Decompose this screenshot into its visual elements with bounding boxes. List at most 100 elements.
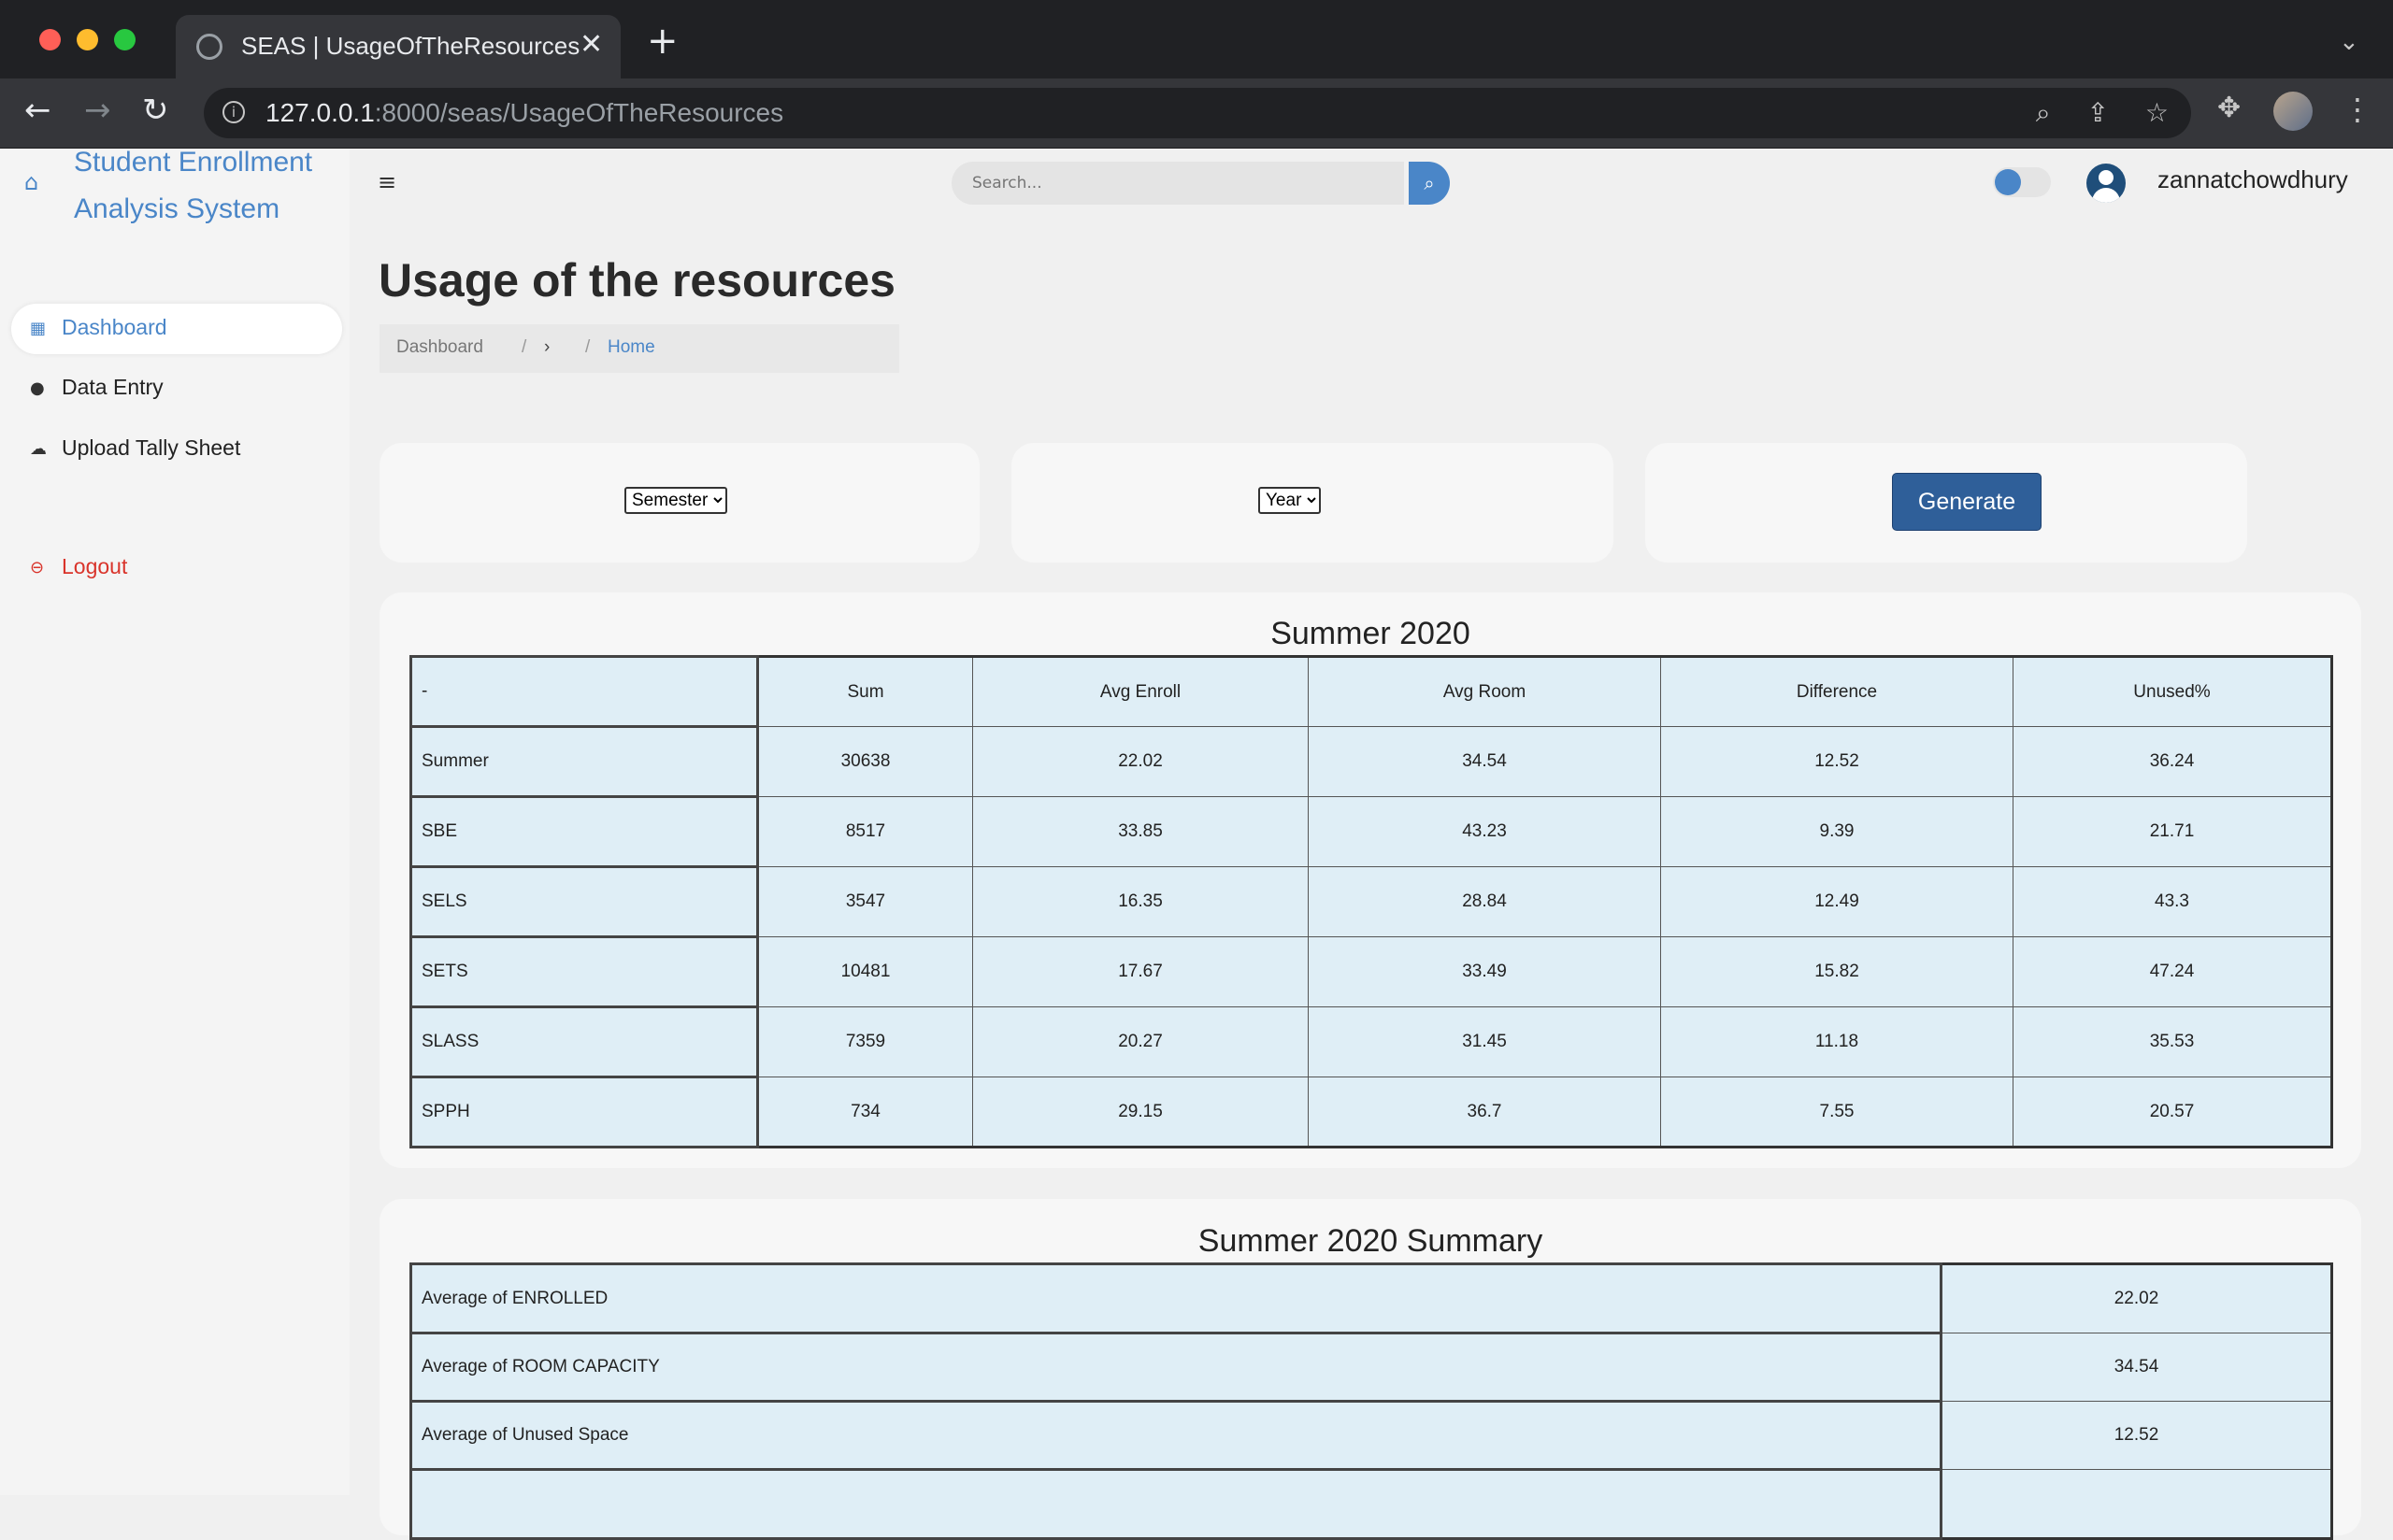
extensions-icon[interactable]: ✥ xyxy=(2217,92,2241,124)
search-button[interactable]: ⌕ xyxy=(1409,162,1450,205)
semester-select[interactable]: Semester xyxy=(624,487,727,514)
user-icon: ● xyxy=(30,378,45,398)
row-label: SBE xyxy=(409,795,759,868)
new-tab-icon[interactable]: + xyxy=(647,22,679,60)
table-cell: 20.57 xyxy=(2013,1077,2332,1148)
share-icon[interactable]: ⇪ xyxy=(2087,97,2109,128)
table-cell: 20.27 xyxy=(972,1006,1309,1077)
back-icon[interactable]: ← xyxy=(24,92,51,129)
table-cell: 36.24 xyxy=(2013,726,2332,797)
row-label xyxy=(409,1468,1942,1540)
profile-avatar[interactable] xyxy=(2273,92,2313,131)
table-cell: 15.82 xyxy=(1660,936,2013,1007)
toggle-knob xyxy=(1995,169,2021,195)
header-cell: Difference xyxy=(1660,656,2013,727)
row-label: Average of ENROLLED xyxy=(409,1262,1942,1334)
forward-icon[interactable]: → xyxy=(84,92,111,129)
row-label: SPPH xyxy=(409,1076,759,1148)
sidebar: ⌂ Student Enrollment Analysis System ▦ D… xyxy=(0,147,350,1495)
table-cell: 43.3 xyxy=(2013,866,2332,937)
sidebar-item-label: Data Entry xyxy=(62,375,164,399)
header-cell: - xyxy=(409,655,759,728)
table-row: SELS 3547 16.35 28.84 12.49 43.3 xyxy=(409,865,2332,938)
table-cell: 29.15 xyxy=(972,1077,1309,1148)
close-tab-icon[interactable]: ✕ xyxy=(580,28,603,61)
row-label: Average of ROOM CAPACITY xyxy=(409,1332,1942,1403)
table-cell: 12.52 xyxy=(1941,1401,2332,1470)
generate-button[interactable]: Generate xyxy=(1892,473,2042,531)
table-row: Summer 30638 22.02 34.54 12.52 36.24 xyxy=(409,725,2332,798)
table-cell: 22.02 xyxy=(1941,1263,2332,1333)
table-cell: 12.52 xyxy=(1660,726,2013,797)
table-cell: 3547 xyxy=(757,866,973,937)
address-bar[interactable]: i 127.0.0.1:8000/seas/UsageOfTheResource… xyxy=(204,88,2191,138)
bookmark-star-icon[interactable]: ☆ xyxy=(2145,97,2169,128)
table-cell: 36.7 xyxy=(1308,1077,1661,1148)
maximize-window-button[interactable] xyxy=(114,29,136,50)
brand-title[interactable]: Student Enrollment Analysis System xyxy=(74,139,354,233)
row-label: SETS xyxy=(409,935,759,1008)
table-row: SETS 10481 17.67 33.49 15.82 47.24 xyxy=(409,935,2332,1008)
tab-title: SEAS | UsageOfTheResources xyxy=(241,32,580,60)
table-cell: 9.39 xyxy=(1660,796,2013,867)
breadcrumb-home[interactable]: Home xyxy=(608,337,655,358)
table-cell: 43.23 xyxy=(1308,796,1661,867)
sidebar-item-upload-tally-sheet[interactable]: ☁ Upload Tally Sheet xyxy=(11,424,342,475)
summary-table: Average of ENROLLED 22.02 Average of ROO… xyxy=(409,1262,2333,1540)
page-title: Usage of the resources xyxy=(379,254,896,307)
breadcrumb-separator: / xyxy=(522,337,527,357)
table-cell: 21.71 xyxy=(2013,796,2332,867)
sidebar-item-label: Upload Tally Sheet xyxy=(62,435,241,460)
breadcrumb: Dashboard / › / Home xyxy=(380,324,899,373)
usage-table: - Sum Avg Enroll Avg Room Difference Unu… xyxy=(409,655,2333,1148)
table-header-row: - Sum Avg Enroll Avg Room Difference Unu… xyxy=(409,655,2332,728)
username[interactable]: zannatchowdhury xyxy=(2157,165,2348,194)
table-cell: 31.45 xyxy=(1308,1006,1661,1077)
table-row: Average of Unused Space 12.52 xyxy=(409,1400,2332,1471)
breadcrumb-dashboard[interactable]: Dashboard xyxy=(396,337,483,358)
hamburger-menu-icon[interactable]: ≡ xyxy=(378,169,396,195)
sidebar-item-logout[interactable]: ⊖ Logout xyxy=(11,543,342,593)
zoom-icon[interactable]: ⌕ xyxy=(2036,97,2051,128)
search-input[interactable] xyxy=(970,173,1385,193)
table-cell: 35.53 xyxy=(2013,1006,2332,1077)
url-text[interactable]: 127.0.0.1:8000/seas/UsageOfTheResources xyxy=(265,98,783,128)
search-box xyxy=(952,162,1404,205)
table-cell: 7359 xyxy=(757,1006,973,1077)
summary-title: Summer 2020 Summary xyxy=(1197,1223,1543,1259)
year-select[interactable]: Year xyxy=(1258,487,1321,514)
table-cell: 10481 xyxy=(757,936,973,1007)
sidebar-item-data-entry[interactable]: ● Data Entry xyxy=(11,364,342,414)
table-row: SPPH 734 29.15 36.7 7.55 20.57 xyxy=(409,1076,2332,1148)
row-label: Average of Unused Space xyxy=(409,1400,1942,1471)
sidebar-item-label: Logout xyxy=(62,554,128,578)
table-title: Summer 2020 xyxy=(1270,616,1470,651)
sidebar-item-dashboard[interactable]: ▦ Dashboard xyxy=(11,304,342,354)
row-label: SLASS xyxy=(409,1005,759,1078)
info-icon[interactable]: i xyxy=(222,101,245,123)
search-icon: ⌕ xyxy=(1424,172,1435,194)
close-window-button[interactable] xyxy=(39,29,61,50)
theme-toggle[interactable] xyxy=(1993,167,2051,197)
browser-tab[interactable]: SEAS | UsageOfTheResources ✕ xyxy=(176,15,621,78)
chevron-down-icon[interactable]: ⌄ xyxy=(2339,28,2359,56)
breadcrumb-separator: / xyxy=(585,337,591,357)
header-cell: Avg Room xyxy=(1308,656,1661,727)
reload-icon[interactable]: ↻ xyxy=(142,92,169,129)
breadcrumb-chevron: › xyxy=(544,337,551,357)
table-row: SBE 8517 33.85 43.23 9.39 21.71 xyxy=(409,795,2332,868)
table-cell: 16.35 xyxy=(972,866,1309,937)
table-cell: 34.54 xyxy=(1308,726,1661,797)
row-label: SELS xyxy=(409,865,759,938)
page: ⌂ Student Enrollment Analysis System ▦ D… xyxy=(0,147,2393,1540)
more-menu-icon[interactable]: ⋮ xyxy=(2343,92,2372,127)
minimize-window-button[interactable] xyxy=(77,29,98,50)
table-cell: 47.24 xyxy=(2013,936,2332,1007)
user-avatar-icon[interactable] xyxy=(2086,164,2126,203)
browser-toolbar: ← → ↻ i 127.0.0.1:8000/seas/UsageOfTheRe… xyxy=(0,78,2393,149)
header-cell: Avg Enroll xyxy=(972,656,1309,727)
table-row: Average of ROOM CAPACITY 34.54 xyxy=(409,1332,2332,1403)
table-cell xyxy=(1941,1469,2332,1539)
grid-icon: ▦ xyxy=(30,319,47,338)
home-logo-icon[interactable]: ⌂ xyxy=(24,169,49,195)
